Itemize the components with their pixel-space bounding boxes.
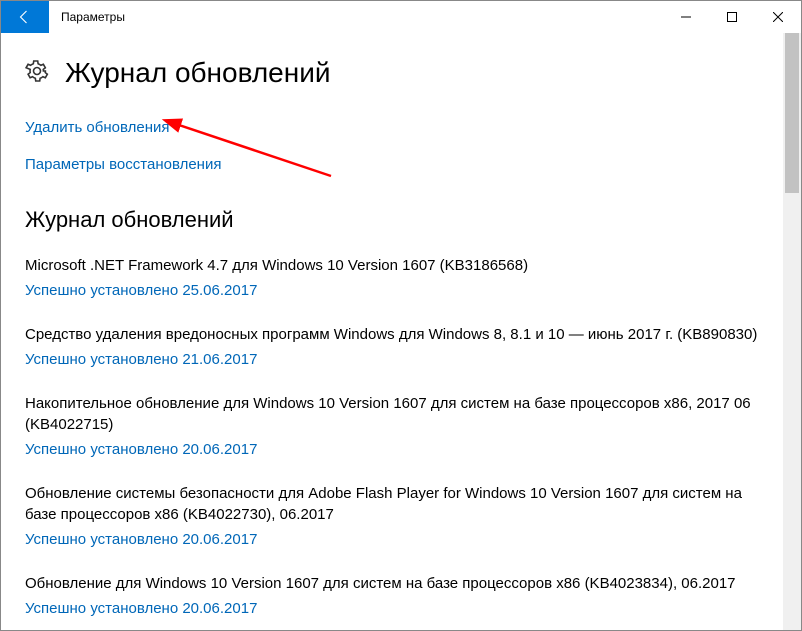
titlebar: Параметры: [1, 1, 801, 33]
update-status-link[interactable]: Успешно установлено 20.06.2017: [25, 441, 257, 458]
minimize-icon: [681, 12, 691, 22]
content-wrap: Журнал обновлений Удалить обновления Пар…: [1, 33, 801, 630]
update-item: Накопительное обновление для Windows 10 …: [25, 393, 759, 459]
scrollbar[interactable]: [783, 33, 801, 630]
maximize-button[interactable]: [709, 1, 755, 33]
window-title: Параметры: [49, 1, 137, 33]
update-item: Обновление для Windows 10 Version 1607 д…: [25, 573, 759, 618]
minimize-button[interactable]: [663, 1, 709, 33]
update-item: Обновление системы безопасности для Adob…: [25, 483, 759, 549]
update-title: Обновление системы безопасности для Adob…: [25, 483, 759, 525]
update-title: Обновление для Windows 10 Version 1607 д…: [25, 573, 759, 594]
scrollbar-thumb[interactable]: [785, 33, 799, 193]
update-status-link[interactable]: Успешно установлено 21.06.2017: [25, 351, 257, 368]
content: Журнал обновлений Удалить обновления Пар…: [1, 33, 783, 630]
recovery-options-link[interactable]: Параметры восстановления: [25, 156, 221, 173]
close-icon: [773, 12, 783, 22]
page-title: Журнал обновлений: [65, 57, 330, 89]
annotation-arrow: [161, 116, 341, 191]
history-heading: Журнал обновлений: [25, 207, 759, 233]
update-status-link[interactable]: Успешно установлено 25.06.2017: [25, 282, 257, 299]
back-button[interactable]: [1, 1, 49, 33]
update-title: Microsoft .NET Framework 4.7 для Windows…: [25, 255, 759, 276]
update-status-link[interactable]: Успешно установлено 20.06.2017: [25, 531, 257, 548]
update-status-link[interactable]: Успешно установлено 20.06.2017: [25, 600, 257, 617]
page-header: Журнал обновлений: [25, 57, 759, 89]
gear-icon: [25, 59, 49, 88]
maximize-icon: [727, 12, 737, 22]
update-item: Средство удаления вредоносных программ W…: [25, 324, 759, 369]
uninstall-updates-link[interactable]: Удалить обновления: [25, 119, 170, 136]
settings-window: Параметры Журнал обновлений Удалить обно…: [0, 0, 802, 631]
window-controls: [663, 1, 801, 33]
update-item: Microsoft .NET Framework 4.7 для Windows…: [25, 255, 759, 300]
arrow-left-icon: [16, 8, 34, 26]
update-title: Накопительное обновление для Windows 10 …: [25, 393, 759, 435]
update-title: Средство удаления вредоносных программ W…: [25, 324, 759, 345]
close-button[interactable]: [755, 1, 801, 33]
